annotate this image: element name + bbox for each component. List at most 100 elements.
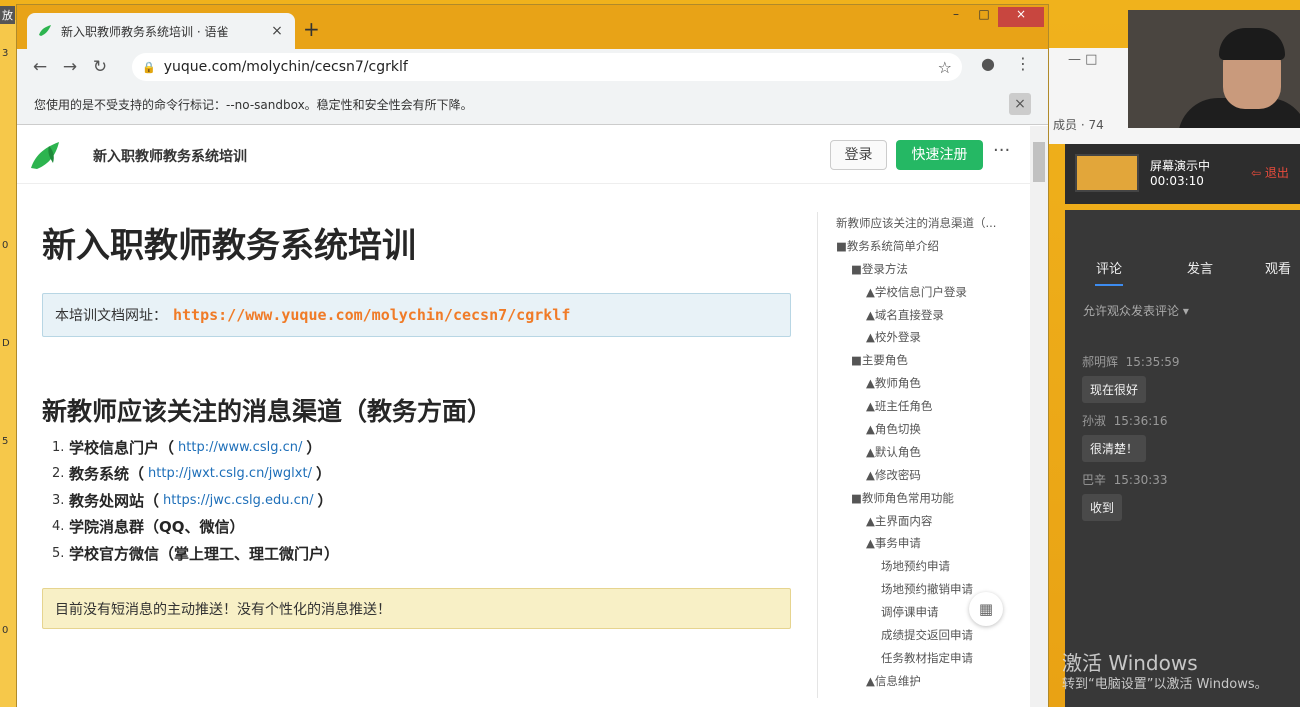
minimize-button[interactable]: – [942,7,970,27]
url-text[interactable]: yuque.com/molychin/cecsn7/cgrklf [164,59,938,75]
doc-url-link[interactable]: https://www.yuque.com/molychin/cecsn7/cg… [173,306,570,324]
list-text-end: ） [315,465,331,484]
scroll-thumb[interactable] [1033,142,1045,182]
toc-item[interactable]: ▲信息维护 [818,670,1017,693]
toc-item[interactable]: ▲默认角色 [818,441,1017,464]
comment-permission-dropdown[interactable]: 允许观众发表评论 ▾ [1083,302,1189,319]
new-tab-button[interactable]: + [303,17,320,41]
maximize-button[interactable]: □ [970,7,998,27]
toc-item[interactable]: 场地预约申请 [818,555,1017,578]
toc-item[interactable]: ▲班主任角色 [818,395,1017,418]
list-number: 2. [52,466,65,482]
toc-item[interactable]: ■主要角色 [818,349,1017,372]
camera-person-hair [1219,28,1285,60]
strip-mark: 5 [2,436,9,447]
browser-tab[interactable]: 新入职教师教务系统培训 · 语雀 × [27,13,295,49]
camera-feed [1128,10,1300,128]
list-link[interactable]: http://jwxt.cslg.cn/jwglxt/ [148,466,312,481]
toc-item[interactable]: 新教师应该关注的消息渠道（... [818,212,1017,235]
list-number: 4. [52,519,65,535]
list-number: 3. [52,492,65,508]
star-icon[interactable]: ☆ [938,58,952,77]
live-status-title: 屏幕演示中 [1150,159,1211,173]
yuque-logo-icon [31,142,59,169]
browser-titlebar: 新入职教师教务系统培训 · 语雀 × + – □ × [17,5,1048,49]
login-button[interactable]: 登录 [830,140,887,170]
toc-item[interactable]: ■教务系统简单介绍 [818,235,1017,258]
toc-item[interactable]: ▲教师角色 [818,372,1017,395]
list-text: 学校官方微信（掌上理工、理工微门户） [69,544,340,563]
chat-message: 巴辛 15:30:33 收到 [1082,471,1168,521]
list-link[interactable]: http://www.cslg.cn/ [178,440,302,455]
active-tab-indicator [1095,284,1123,286]
toc-item[interactable]: ▲域名直接登录 [818,304,1017,327]
desktop-left-strip [0,20,18,707]
lock-icon: 🔒 [142,60,156,74]
toc-item[interactable]: ▲角色切换 [818,418,1017,441]
doc-url-alert: 本培训文档网址： https://www.yuque.com/molychin/… [42,293,791,337]
page-scrollbar[interactable] [1030,126,1048,707]
member-count: 成员 · 74 [1053,118,1104,132]
back-icon[interactable]: ← [25,57,55,77]
live-status-bar: 屏幕演示中 00:03:10 ⇦ 退出 [1065,144,1300,204]
activation-watermark-title: 激活 Windows [1062,651,1198,675]
site-title[interactable]: 新入职教师教务系统培训 [93,146,247,166]
site-header: 新入职教师教务系统培训 登录 快速注册 ··· [17,126,1030,184]
desktop-label: 放 [0,6,15,24]
message-text: 现在很好 [1082,376,1147,403]
list-item: 4. 学院消息群（QQ、微信） [52,514,812,541]
list-link[interactable]: https://jwc.cslg.edu.cn/ [163,493,313,508]
tab-watch[interactable]: 观看 [1265,258,1291,277]
infobar-close-icon[interactable]: × [1009,93,1031,115]
list-item: 2. 教务系统（ http://jwxt.cslg.cn/jwglxt/） [52,461,812,488]
close-window-button[interactable]: × [998,7,1044,27]
yuque-tab-icon [39,25,51,36]
message-text: 很清楚！ [1082,435,1147,462]
strip-mark: 0 [2,625,9,636]
toc-item[interactable]: ▲校外登录 [818,326,1017,349]
more-icon[interactable]: ··· [993,140,1010,161]
toc-item[interactable]: 任务教材指定申请 [818,647,1017,670]
message-time: 15:36:16 [1113,414,1168,428]
list-number: 1. [52,439,65,455]
reload-icon[interactable]: ↻ [85,57,115,77]
menu-icon[interactable]: ⋮ [1009,54,1037,73]
tab-speak[interactable]: 发言 [1187,258,1213,277]
doc-url-label: 本培训文档网址： [55,308,167,324]
toc-item[interactable]: ■登录方法 [818,258,1017,281]
list-text: 教务处网站（ [69,491,160,510]
list-item: 1. 学校信息门户（ http://www.cslg.cn/ ） [52,434,812,461]
toc-item[interactable]: ▲主界面内容 [818,510,1017,533]
toc-item[interactable]: ▲修改密码 [818,464,1017,487]
meeting-window-controls[interactable]: — □ [1068,52,1097,67]
list-text: 学院消息群（QQ、微信） [69,518,245,537]
chat-tabs: 评论 发言 观看 [1065,258,1300,286]
register-button[interactable]: 快速注册 [896,140,983,170]
toc-item[interactable]: ▲学校信息门户登录 [818,281,1017,304]
toc-item[interactable]: ▲事务申请 [818,532,1017,555]
list-item: 3. 教务处网站（ https://jwc.cslg.edu.cn/ ） [52,487,812,514]
tab-close-icon[interactable]: × [269,23,285,39]
address-bar[interactable]: 🔒 yuque.com/molychin/cecsn7/cgrklf ☆ [132,53,962,81]
list-text: 学校信息门户（ [69,438,175,457]
message-time: 15:30:33 [1113,473,1168,487]
account-icon[interactable]: ● [974,54,1002,73]
page-title: 新入职教师教务系统培训 [42,226,416,266]
list-item: 5. 学校官方微信（掌上理工、理工微门户） [52,540,812,567]
strip-mark: 0 [2,240,9,251]
toc-item[interactable]: ■教师角色常用功能 [818,487,1017,510]
message-time: 15:35:59 [1125,355,1180,369]
exit-button[interactable]: ⇦ 退出 [1251,164,1289,181]
section-heading: 新教师应该关注的消息渠道（教务方面） [42,397,493,426]
strip-mark: 3 [2,48,9,59]
list-text-end: ） [317,491,333,510]
page-content: 新入职教师教务系统培训 登录 快速注册 ··· 新入职教师教务系统培训 本培训文… [17,126,1048,707]
forward-icon[interactable]: → [55,57,85,77]
list-text-end: ） [306,438,322,457]
qr-code-icon[interactable]: ▦ [969,592,1003,626]
browser-window: 新入职教师教务系统培训 · 语雀 × + – □ × ← → ↻ 🔒 yuque… [17,5,1048,707]
message-user: 巴辛 [1082,473,1107,487]
browser-toolbar: ← → ↻ 🔒 yuque.com/molychin/cecsn7/cgrklf… [17,49,1048,85]
toc-item[interactable]: 成绩提交返回申请 [818,624,1017,647]
tab-comments[interactable]: 评论 [1096,258,1122,277]
